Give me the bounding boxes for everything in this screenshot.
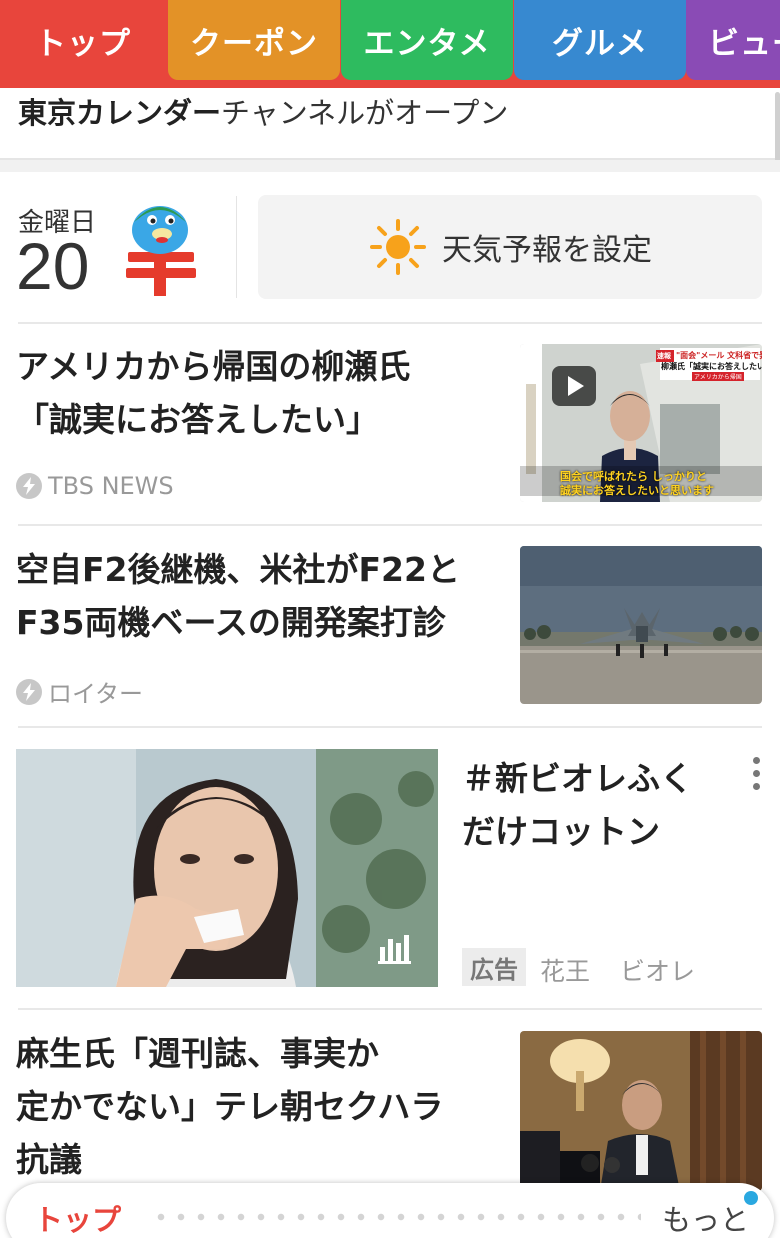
promo-banner[interactable]: 東京カレンダーチャンネルがオープン: [0, 88, 780, 160]
ad-title[interactable]: ＃新ビオレふく だけコットン: [462, 752, 722, 858]
sun-icon: [370, 219, 426, 275]
notification-dot: [744, 1191, 758, 1205]
more-options-icon[interactable]: [748, 757, 764, 797]
divider: [18, 1008, 762, 1010]
divider: [236, 196, 237, 298]
video-thumbnail[interactable]: "面会"メール 文科省で発 柳瀬氏「誠実にお答えしたい 速報 アメリカから帰国 …: [520, 344, 762, 502]
tab-coupon[interactable]: クーポン: [168, 0, 340, 80]
article-title[interactable]: 空自F2後継機、米社がF22と F35両機ベースの開発案打診: [16, 543, 460, 649]
divider: [18, 322, 762, 324]
banner-text: 東京カレンダーチャンネルがオープン: [18, 96, 509, 130]
divider: [18, 524, 762, 526]
bottom-nav-more[interactable]: もっと: [662, 1197, 749, 1238]
ad-badge: 広告: [462, 948, 526, 986]
tab-top[interactable]: トップ: [0, 0, 166, 80]
section-gap: [0, 160, 780, 172]
scrollbar[interactable]: [775, 92, 780, 162]
weather-setup-button[interactable]: 天気予報を設定: [258, 195, 762, 299]
page-indicator-dots: [151, 1213, 641, 1221]
tab-gourmet[interactable]: グルメ: [514, 0, 686, 80]
tab-entertainment[interactable]: エンタメ: [341, 0, 513, 80]
bottom-nav-top[interactable]: トップ: [34, 1197, 121, 1238]
category-tabs: トップ クーポン エンタメ グルメ ビュー: [0, 0, 780, 88]
article-title[interactable]: 麻生氏「週刊誌、事実か 定かでない」テレ朝セクハラ 抗議: [16, 1027, 443, 1186]
article-title[interactable]: アメリカから帰国の柳瀬氏 「誠実にお答えしたい」: [16, 340, 410, 446]
bottom-nav: トップ もっと: [6, 1183, 774, 1238]
day-number: 20: [16, 229, 90, 303]
tab-beauty[interactable]: ビュー: [686, 0, 780, 80]
ad-advertiser: 花王: [540, 957, 591, 986]
article-source: TBS NEWS: [16, 472, 174, 500]
divider: [18, 726, 762, 728]
press-photo[interactable]: [520, 1031, 762, 1191]
ad-brand: ビオレ: [620, 957, 696, 986]
weather-label: 天気予報を設定: [442, 233, 652, 268]
ad-image[interactable]: [16, 749, 438, 987]
lightning-icon: [16, 473, 42, 499]
lightning-icon: [16, 678, 42, 705]
article-source: ロイター: [16, 674, 143, 709]
jet-photo[interactable]: [520, 546, 762, 704]
mascot-icon: [126, 206, 196, 296]
